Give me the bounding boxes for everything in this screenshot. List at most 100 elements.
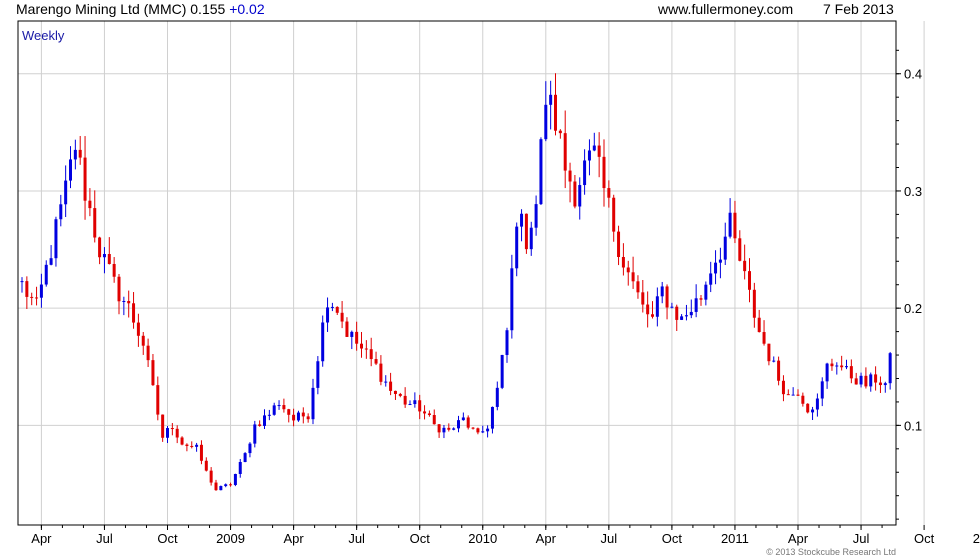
candle-down bbox=[665, 284, 669, 320]
candle-down bbox=[292, 408, 296, 427]
candle-up bbox=[316, 356, 320, 395]
candle-down bbox=[524, 213, 528, 254]
candle-down bbox=[757, 309, 761, 333]
candle-down bbox=[752, 282, 756, 328]
y-tick-label: 0.2 bbox=[904, 301, 922, 316]
candle-up bbox=[718, 247, 722, 279]
candle-down bbox=[874, 366, 878, 391]
candle-up bbox=[263, 409, 266, 429]
plot-frame bbox=[17, 20, 897, 526]
candle-down bbox=[78, 135, 82, 165]
candle-down bbox=[631, 256, 635, 289]
candle-up bbox=[384, 375, 388, 387]
candle-down bbox=[398, 392, 402, 398]
candle-down bbox=[447, 423, 451, 432]
candle-down bbox=[568, 162, 572, 203]
candle-down bbox=[466, 415, 470, 430]
x-tick-label: Jul bbox=[348, 531, 365, 546]
x-tick-label: 2012 bbox=[973, 531, 980, 546]
candle-down bbox=[748, 258, 751, 303]
candle-up bbox=[238, 458, 242, 478]
candle-up bbox=[510, 254, 514, 339]
candle-down bbox=[786, 389, 790, 396]
candle-up bbox=[39, 273, 43, 308]
x-tick-label: Jul bbox=[601, 531, 618, 546]
candle-down bbox=[393, 390, 397, 400]
candle-up bbox=[835, 362, 839, 375]
candle-down bbox=[602, 139, 606, 207]
candle-down bbox=[437, 424, 441, 438]
candle-up bbox=[549, 80, 553, 130]
candle-down bbox=[369, 337, 373, 367]
x-tick-label: Oct bbox=[914, 531, 935, 546]
candle-up bbox=[728, 198, 732, 239]
candle-down bbox=[554, 73, 557, 136]
x-tick-label: 2009 bbox=[216, 531, 245, 546]
candle-up bbox=[534, 195, 538, 236]
candle-up bbox=[689, 299, 693, 319]
candle-down bbox=[146, 338, 150, 367]
candle-down bbox=[340, 301, 344, 329]
candle-down bbox=[229, 482, 233, 487]
candle-up bbox=[670, 302, 674, 309]
candle-down bbox=[151, 354, 155, 386]
candle-down bbox=[651, 301, 654, 319]
candle-down bbox=[214, 479, 218, 491]
candle-down bbox=[621, 243, 625, 276]
candle-up bbox=[529, 221, 533, 256]
candle-down bbox=[432, 409, 436, 425]
candle-down bbox=[738, 230, 742, 262]
copyright-credit: © 2013 Stockcube Research Ltd bbox=[766, 547, 896, 557]
candle-down bbox=[301, 407, 305, 424]
candle-up bbox=[709, 261, 713, 293]
candle-down bbox=[733, 200, 737, 244]
candle-down bbox=[558, 129, 562, 139]
candle-down bbox=[427, 410, 431, 417]
candle-up bbox=[267, 409, 271, 421]
candle-down bbox=[777, 356, 781, 386]
candle-up bbox=[49, 245, 53, 266]
candle-down bbox=[282, 398, 286, 413]
candle-up bbox=[64, 165, 68, 218]
candle-up bbox=[544, 81, 548, 142]
candle-up bbox=[714, 250, 718, 285]
candle-down bbox=[127, 290, 131, 318]
candle-up bbox=[248, 442, 252, 458]
x-tick-label: Apr bbox=[536, 531, 557, 546]
candle-down bbox=[573, 175, 577, 209]
candle-up bbox=[592, 132, 596, 152]
candle-up bbox=[515, 222, 519, 277]
candle-down bbox=[675, 304, 679, 332]
candle-up bbox=[326, 297, 330, 332]
candle-up bbox=[772, 356, 776, 363]
candle-down bbox=[806, 403, 810, 414]
candle-down bbox=[626, 260, 630, 286]
candle-up bbox=[680, 314, 684, 321]
candle-up bbox=[490, 406, 494, 434]
candle-down bbox=[767, 343, 771, 366]
x-tick-label: Oct bbox=[157, 531, 178, 546]
candle-down bbox=[345, 317, 349, 338]
candle-down bbox=[185, 443, 189, 452]
candle-down bbox=[360, 332, 363, 358]
candle-down bbox=[379, 355, 383, 386]
candle-down bbox=[161, 414, 165, 442]
candle-up bbox=[704, 281, 708, 306]
candle-down bbox=[612, 194, 616, 242]
candle-up bbox=[539, 137, 543, 206]
candle-up bbox=[457, 415, 460, 433]
candle-up bbox=[495, 381, 499, 411]
candle-up bbox=[883, 381, 887, 393]
candle-up bbox=[811, 406, 815, 421]
candle-down bbox=[25, 276, 29, 309]
candle-up bbox=[272, 402, 276, 416]
candle-up bbox=[791, 387, 795, 396]
candle-down bbox=[743, 244, 747, 280]
candle-down bbox=[93, 190, 97, 243]
candle-down bbox=[83, 136, 87, 220]
candle-up bbox=[461, 412, 465, 421]
candle-down bbox=[112, 257, 116, 283]
candle-down bbox=[471, 427, 475, 430]
candle-down bbox=[98, 236, 102, 265]
candle-down bbox=[335, 306, 339, 316]
